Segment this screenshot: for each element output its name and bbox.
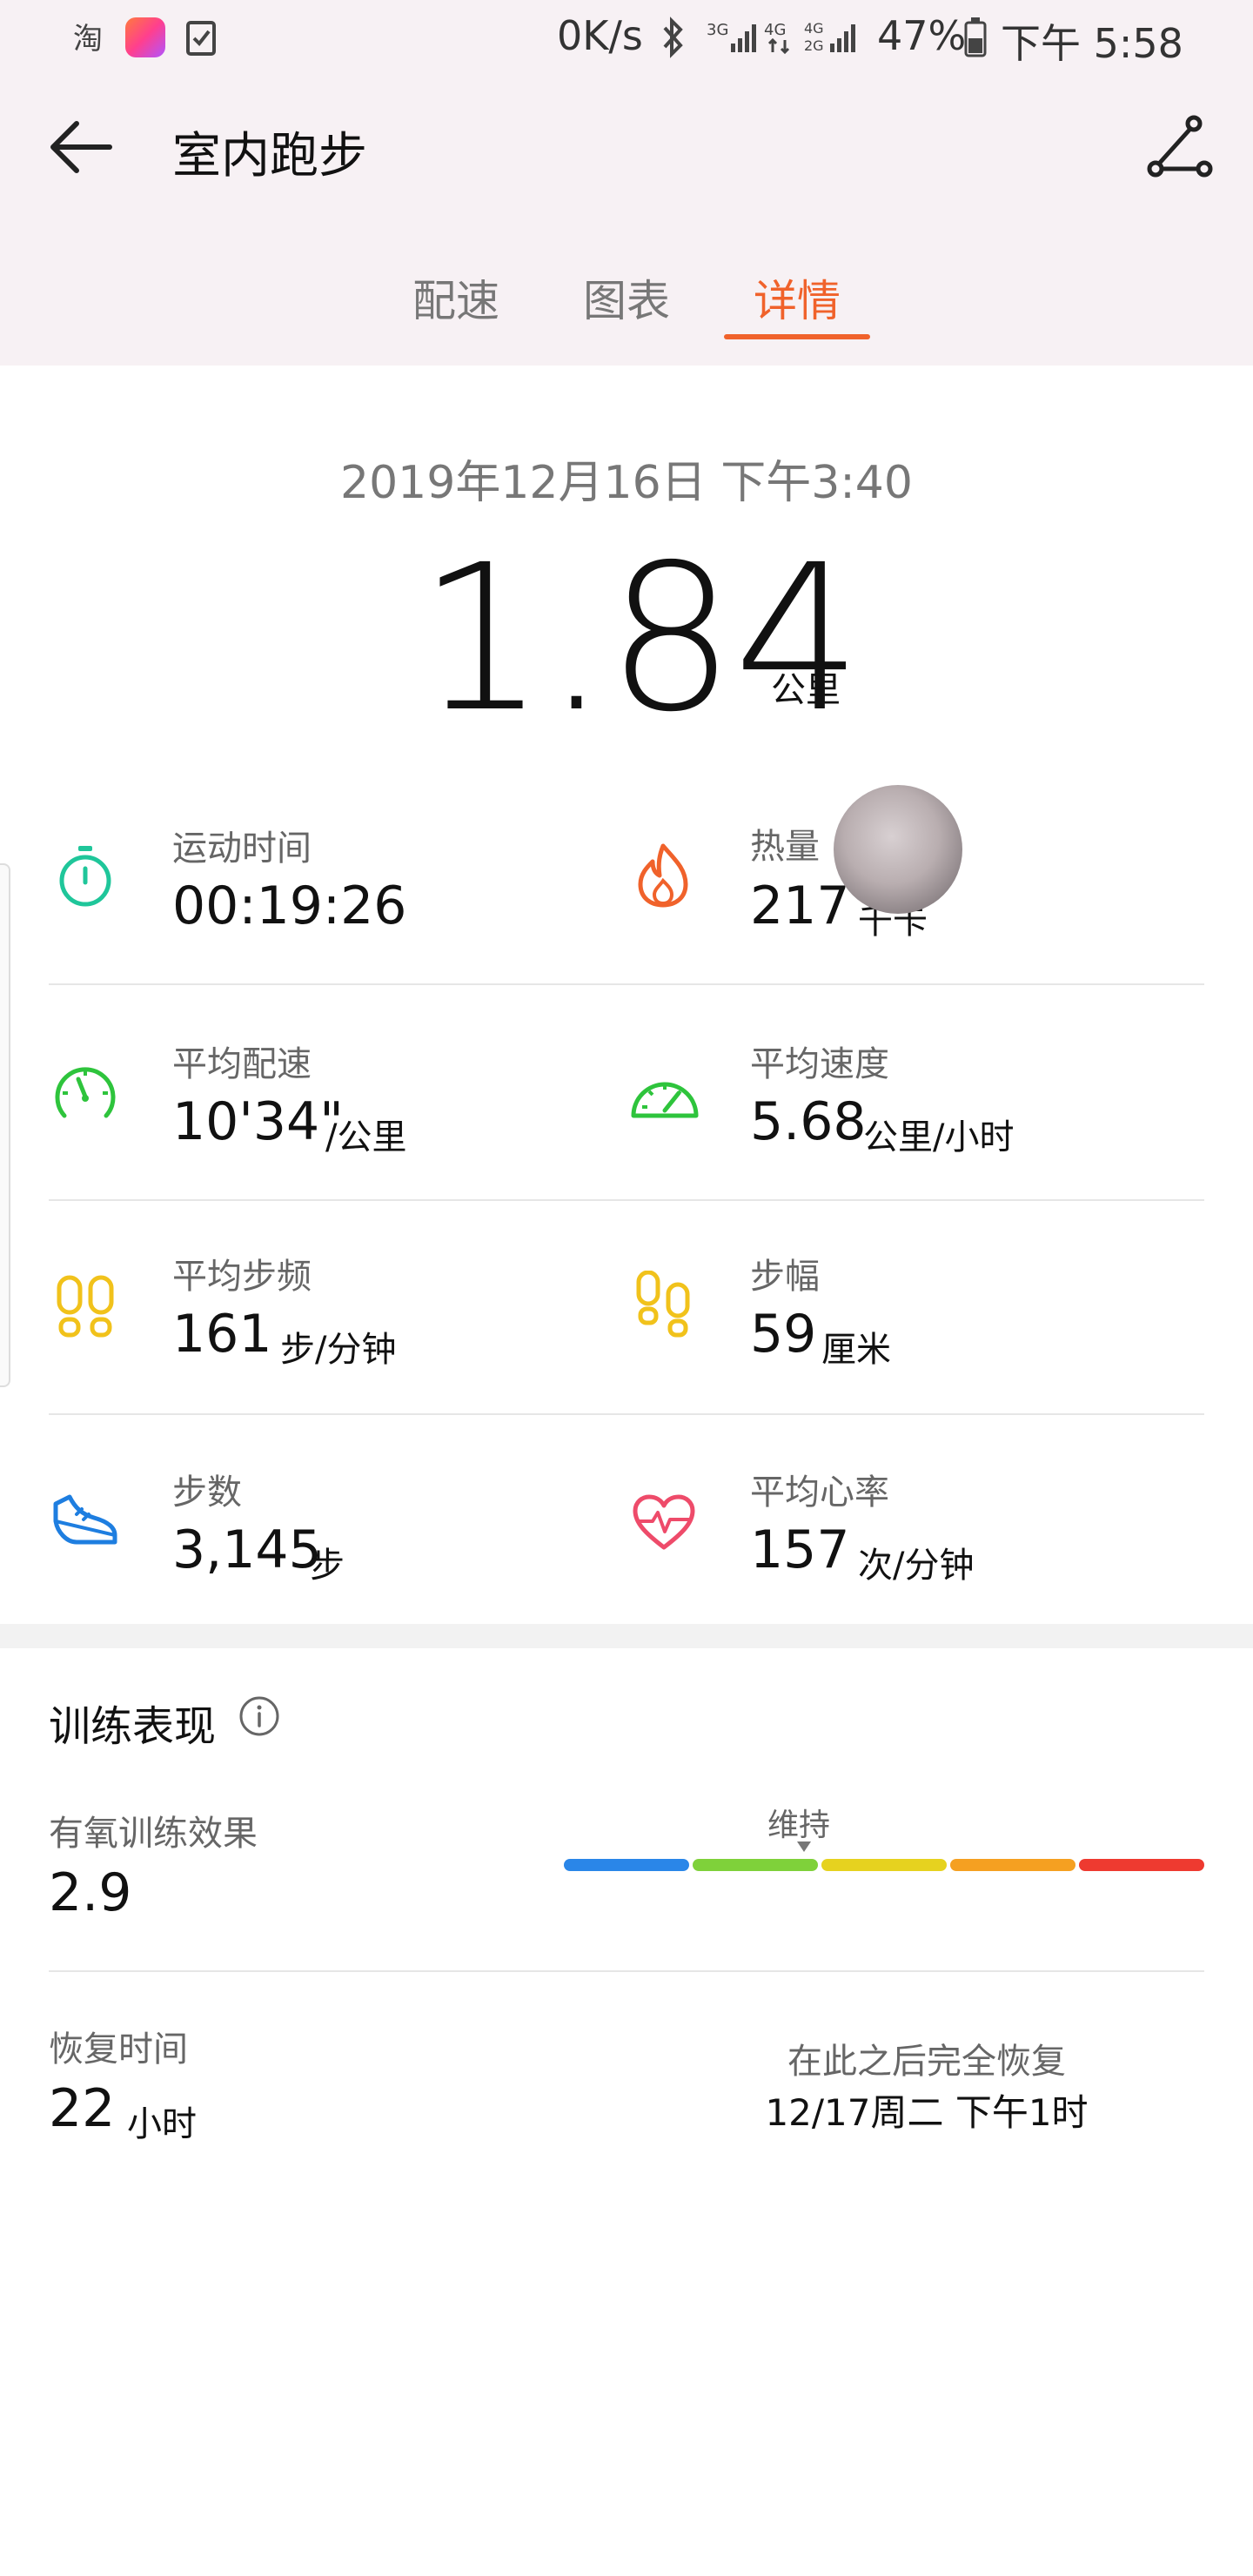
network-speed: 0K/s	[557, 12, 643, 59]
metric-value-avg-heart-rate: 157	[750, 1519, 850, 1580]
data-4g-icon: 4G	[764, 21, 790, 55]
page-title: 室内跑步	[172, 128, 367, 184]
metric-unit-stride: 厘米	[821, 1330, 891, 1370]
battery-icon	[964, 17, 987, 57]
metric-value-cadence: 161	[172, 1304, 272, 1365]
side-edge-handle[interactable]	[0, 863, 10, 1387]
signal-4g-icon: 4G 2G	[804, 20, 855, 54]
floating-avatar[interactable]	[834, 785, 962, 914]
metric-unit-avg-heart-rate: 次/分钟	[858, 1546, 975, 1586]
svg-text:淘: 淘	[73, 22, 103, 54]
stride-footprints-icon	[636, 1271, 690, 1338]
svg-text:3G: 3G	[707, 21, 728, 39]
aerobic-scale-segment	[564, 1859, 689, 1871]
svg-text:4G: 4G	[764, 21, 786, 39]
metric-value-avg-speed: 5.68	[750, 1091, 867, 1152]
aerobic-scale-segment	[821, 1859, 947, 1871]
metric-label-avg-pace: 平均配速	[172, 1044, 312, 1084]
aerobic-marker-icon	[797, 1841, 811, 1852]
aerobic-scale-segment	[693, 1859, 818, 1871]
aerobic-scale-segment	[950, 1859, 1075, 1871]
section-title-training: 训练表现	[49, 1702, 217, 1751]
speedometer-icon	[631, 1082, 699, 1118]
battery-percent: 47%	[877, 12, 967, 59]
recovery-time-value: 22	[49, 2078, 116, 2139]
info-icon[interactable]	[238, 1695, 280, 1737]
workout-datetime: 2019年12月16日 下午3:40	[340, 457, 913, 509]
svg-text:4G: 4G	[804, 20, 824, 37]
metric-value-steps: 3,145	[172, 1519, 322, 1580]
metric-unit-steps: 步	[310, 1546, 345, 1586]
footprints-icon	[57, 1275, 114, 1338]
back-arrow-icon[interactable]	[49, 118, 113, 176]
recovery-time-unit: 小时	[127, 2104, 197, 2144]
aerobic-effect-label: 有氧训练效果	[49, 1814, 258, 1854]
taobao-icon: 淘	[73, 22, 103, 54]
bluetooth-icon	[663, 17, 683, 58]
heart-rate-icon	[633, 1494, 695, 1550]
sneaker-icon	[53, 1494, 117, 1545]
flame-icon	[638, 843, 688, 908]
metric-value-avg-pace: 10'34"	[172, 1091, 344, 1152]
aerobic-effect-value: 2.9	[49, 1862, 132, 1923]
signal-3g-icon: 3G	[707, 21, 756, 52]
pace-gauge-icon	[55, 1067, 116, 1118]
full-recovery-label: 在此之后完全恢复	[787, 2042, 1066, 2082]
metric-label-avg-heart-rate: 平均心率	[750, 1472, 889, 1513]
metric-value-stride: 59	[750, 1304, 817, 1365]
metric-label-cadence: 平均步频	[172, 1257, 312, 1297]
divider	[49, 1413, 1204, 1415]
tab-pace[interactable]: 配速	[412, 266, 499, 329]
tab-chart[interactable]: 图表	[583, 266, 670, 329]
route-share-icon[interactable]	[1147, 115, 1213, 181]
metric-unit-cadence: 步/分钟	[280, 1330, 397, 1370]
distance-unit: 公里	[771, 670, 841, 710]
metric-label-avg-speed: 平均速度	[750, 1044, 889, 1084]
app-badge-icon	[125, 17, 165, 57]
metric-unit-avg-speed: 公里/小时	[863, 1117, 1015, 1157]
metric-label-duration: 运动时间	[172, 828, 312, 869]
metric-label-steps: 步数	[172, 1472, 242, 1513]
status-bar: 淘 0K/s 3G 4G 4G 2G 47% 下午 5:58	[0, 0, 1253, 73]
tab-details[interactable]: 详情	[754, 266, 841, 329]
divider	[49, 983, 1204, 985]
divider	[49, 1970, 1204, 1972]
task-check-icon	[186, 21, 216, 56]
metric-value-duration: 00:19:26	[172, 875, 407, 936]
metric-value-calories: 217	[750, 875, 850, 936]
aerobic-scale-segment	[1079, 1859, 1204, 1871]
metric-label-calories: 热量	[750, 827, 820, 867]
aerobic-scale-label: 维持	[767, 1808, 831, 1843]
full-recovery-time: 12/17周二 下午1时	[765, 2091, 1089, 2134]
divider	[49, 1199, 1204, 1201]
recovery-time-label: 恢复时间	[49, 2029, 188, 2070]
section-divider	[0, 1624, 1253, 1648]
metric-unit-avg-pace: /公里	[325, 1117, 407, 1157]
stopwatch-icon	[59, 846, 111, 907]
active-tab-indicator	[724, 334, 870, 339]
clock: 下午 5:58	[1001, 20, 1183, 67]
metric-label-stride: 步幅	[750, 1257, 820, 1297]
svg-text:2G: 2G	[804, 37, 824, 54]
